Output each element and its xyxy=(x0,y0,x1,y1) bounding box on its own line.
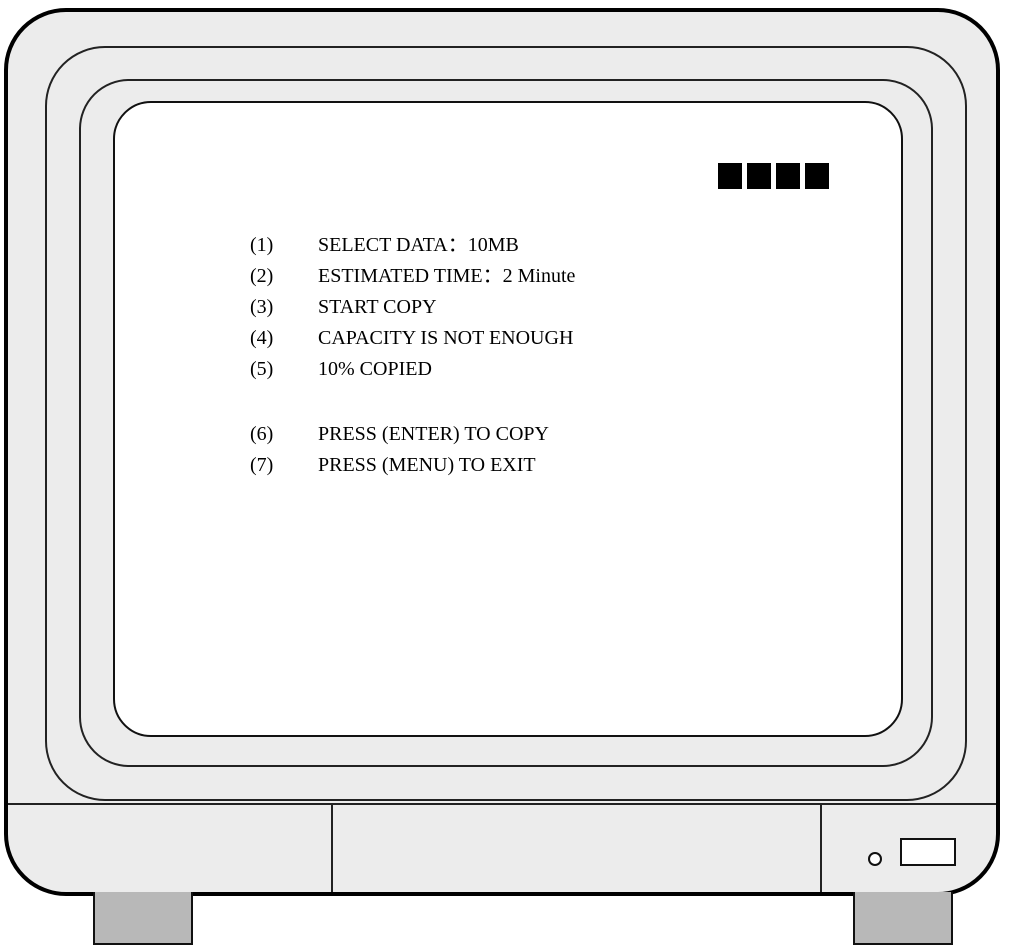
bottom-panel-edge xyxy=(8,803,996,805)
osd-item-number: (6) xyxy=(250,423,274,445)
osd-item-number: (4) xyxy=(250,327,274,349)
osd-item-number: (2) xyxy=(250,265,274,287)
bottom-panel-divider-right xyxy=(820,803,822,892)
osd-item-select-data: (1) SELECT DATA：10MB xyxy=(250,230,575,261)
progress-indicator-blocks xyxy=(718,163,829,189)
osd-item-number: (3) xyxy=(250,296,274,318)
osd-item-text: CAPACITY IS NOT ENOUGH xyxy=(318,327,574,349)
indicator-block xyxy=(718,163,742,189)
osd-item-text: 10% COPIED xyxy=(318,358,432,380)
osd-item-text: START COPY xyxy=(318,296,437,318)
osd-item-text: SELECT DATA：10MB xyxy=(318,234,519,256)
osd-item-press-menu: (7) PRESS (MENU) TO EXIT xyxy=(250,450,575,481)
monitor-foot-right xyxy=(853,892,953,945)
osd-item-estimated-time: (2) ESTIMATED TIME：2 Minute xyxy=(250,261,575,292)
osd-item-number: (5) xyxy=(250,358,274,380)
power-button[interactable] xyxy=(900,838,956,866)
indicator-block xyxy=(805,163,829,189)
osd-item-text: ESTIMATED TIME：2 Minute xyxy=(318,265,576,287)
osd-item-copy-progress: (5) 10% COPIED xyxy=(250,354,575,385)
osd-item-text: PRESS (MENU) TO EXIT xyxy=(318,454,536,476)
osd-item-start-copy[interactable]: (3) START COPY xyxy=(250,292,575,323)
led-indicator-icon xyxy=(868,852,882,866)
osd-item-number: (7) xyxy=(250,454,274,476)
monitor-foot-left xyxy=(93,892,193,945)
indicator-block xyxy=(747,163,771,189)
osd-item-press-enter: (6) PRESS (ENTER) TO COPY xyxy=(250,419,575,450)
osd-item-capacity-warning: (4) CAPACITY IS NOT ENOUGH xyxy=(250,323,575,354)
osd-spacer xyxy=(250,385,575,419)
osd-copy-menu: (1) SELECT DATA：10MB (2) ESTIMATED TIME：… xyxy=(250,230,575,481)
indicator-block xyxy=(776,163,800,189)
bottom-panel-divider-left xyxy=(331,803,333,892)
osd-item-text: PRESS (ENTER) TO COPY xyxy=(318,423,549,445)
osd-item-number: (1) xyxy=(250,234,274,256)
